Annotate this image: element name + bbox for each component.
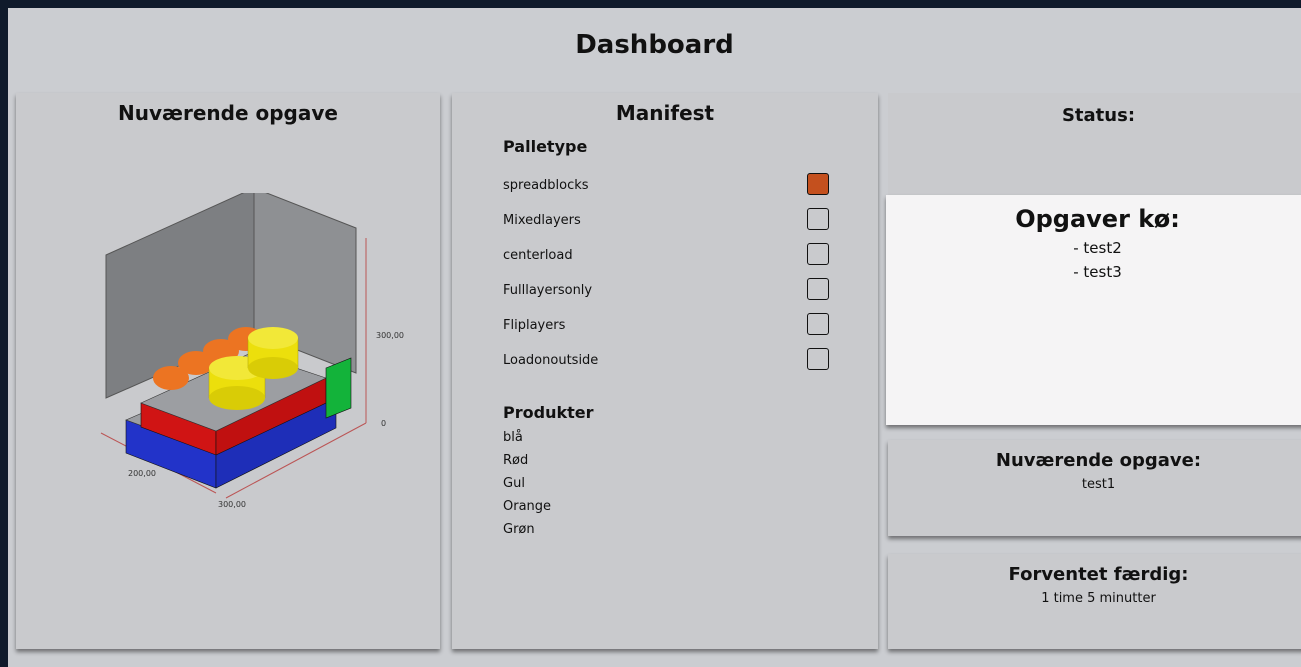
page-title: Dashboard bbox=[575, 30, 734, 60]
yellow-cylinder bbox=[248, 327, 298, 349]
product-item: Grøn bbox=[503, 522, 535, 537]
green-block bbox=[325, 357, 352, 419]
pallet-3d-visualization: 300,00 0 200,00 300,00 bbox=[100, 193, 404, 509]
task-queue-card: Opgaver kø: - test2 - test3 bbox=[886, 195, 1301, 425]
pallet-type-label: Mixedlayers bbox=[503, 213, 581, 228]
pallet-type-row: spreadblocks bbox=[503, 173, 829, 199]
pallet-type-checkbox-loadonoutside[interactable] bbox=[807, 348, 829, 370]
queue-item: - test3 bbox=[1073, 263, 1122, 281]
manifest-card: Manifest Palletype spreadblocks Mixedlay… bbox=[452, 93, 878, 649]
pallet-type-row: Loadonoutside bbox=[503, 348, 829, 374]
task-queue-title: Opgaver kø: bbox=[1015, 205, 1180, 233]
pallet-type-row: Fliplayers bbox=[503, 313, 829, 339]
current-task-status-title: Nuværende opgave: bbox=[995, 450, 1202, 471]
axis-tick-depth: 300,00 bbox=[218, 500, 246, 509]
product-item: Rød bbox=[503, 453, 529, 468]
pallet-type-label: centerload bbox=[503, 248, 573, 263]
pallet-type-checkbox-fulllayersonly[interactable] bbox=[807, 278, 829, 300]
axis-tick-width: 200,00 bbox=[128, 469, 156, 478]
status-title: Status: bbox=[1061, 105, 1136, 126]
pallet-type-label: Fliplayers bbox=[503, 318, 566, 333]
pallet-type-heading: Palletype bbox=[503, 137, 588, 156]
queue-item: - test2 bbox=[1073, 239, 1122, 257]
pallet-type-label: Loadonoutside bbox=[503, 353, 599, 368]
pallet-type-row: Fulllayersonly bbox=[503, 278, 829, 304]
manifest-title: Manifest bbox=[615, 101, 715, 125]
eta-title: Forventet færdig: bbox=[1008, 564, 1189, 585]
current-task-value: test1 bbox=[1081, 477, 1116, 492]
current-task-title: Nuværende opgave bbox=[118, 101, 338, 125]
axis-tick-height: 300,00 bbox=[376, 331, 404, 340]
product-item: Gul bbox=[503, 476, 525, 491]
axis-tick-origin: 0 bbox=[381, 419, 386, 428]
eta-card: Forventet færdig: 1 time 5 minutter bbox=[888, 554, 1301, 649]
yellow-cylinder-bottom bbox=[248, 357, 298, 379]
dashboard-frame: Dashboard Nuværende opgave 300,00 0 200,… bbox=[8, 8, 1301, 667]
pallet-type-label: spreadblocks bbox=[503, 178, 589, 193]
current-task-status-card: Nuværende opgave: test1 bbox=[888, 440, 1301, 536]
product-item: blå bbox=[503, 430, 523, 445]
pallet-type-checkbox-fliplayers[interactable] bbox=[807, 313, 829, 335]
pallet-type-checkbox-centerload[interactable] bbox=[807, 243, 829, 265]
pallet-type-row: Mixedlayers bbox=[503, 208, 829, 234]
pallet-type-checkbox-spreadblocks[interactable] bbox=[807, 173, 829, 195]
current-task-card: Nuværende opgave 300,00 0 200,00 300,00 bbox=[16, 93, 440, 649]
pallet-type-label: Fulllayersonly bbox=[503, 283, 593, 298]
status-card: Status: bbox=[888, 93, 1301, 195]
pallet-type-checkbox-mixedlayers[interactable] bbox=[807, 208, 829, 230]
yellow-cylinder-bottom bbox=[209, 386, 265, 410]
product-item: Orange bbox=[503, 499, 552, 514]
pallet-type-row: centerload bbox=[503, 243, 829, 269]
products-heading: Produkter bbox=[503, 403, 594, 422]
eta-value: 1 time 5 minutter bbox=[1041, 591, 1156, 606]
